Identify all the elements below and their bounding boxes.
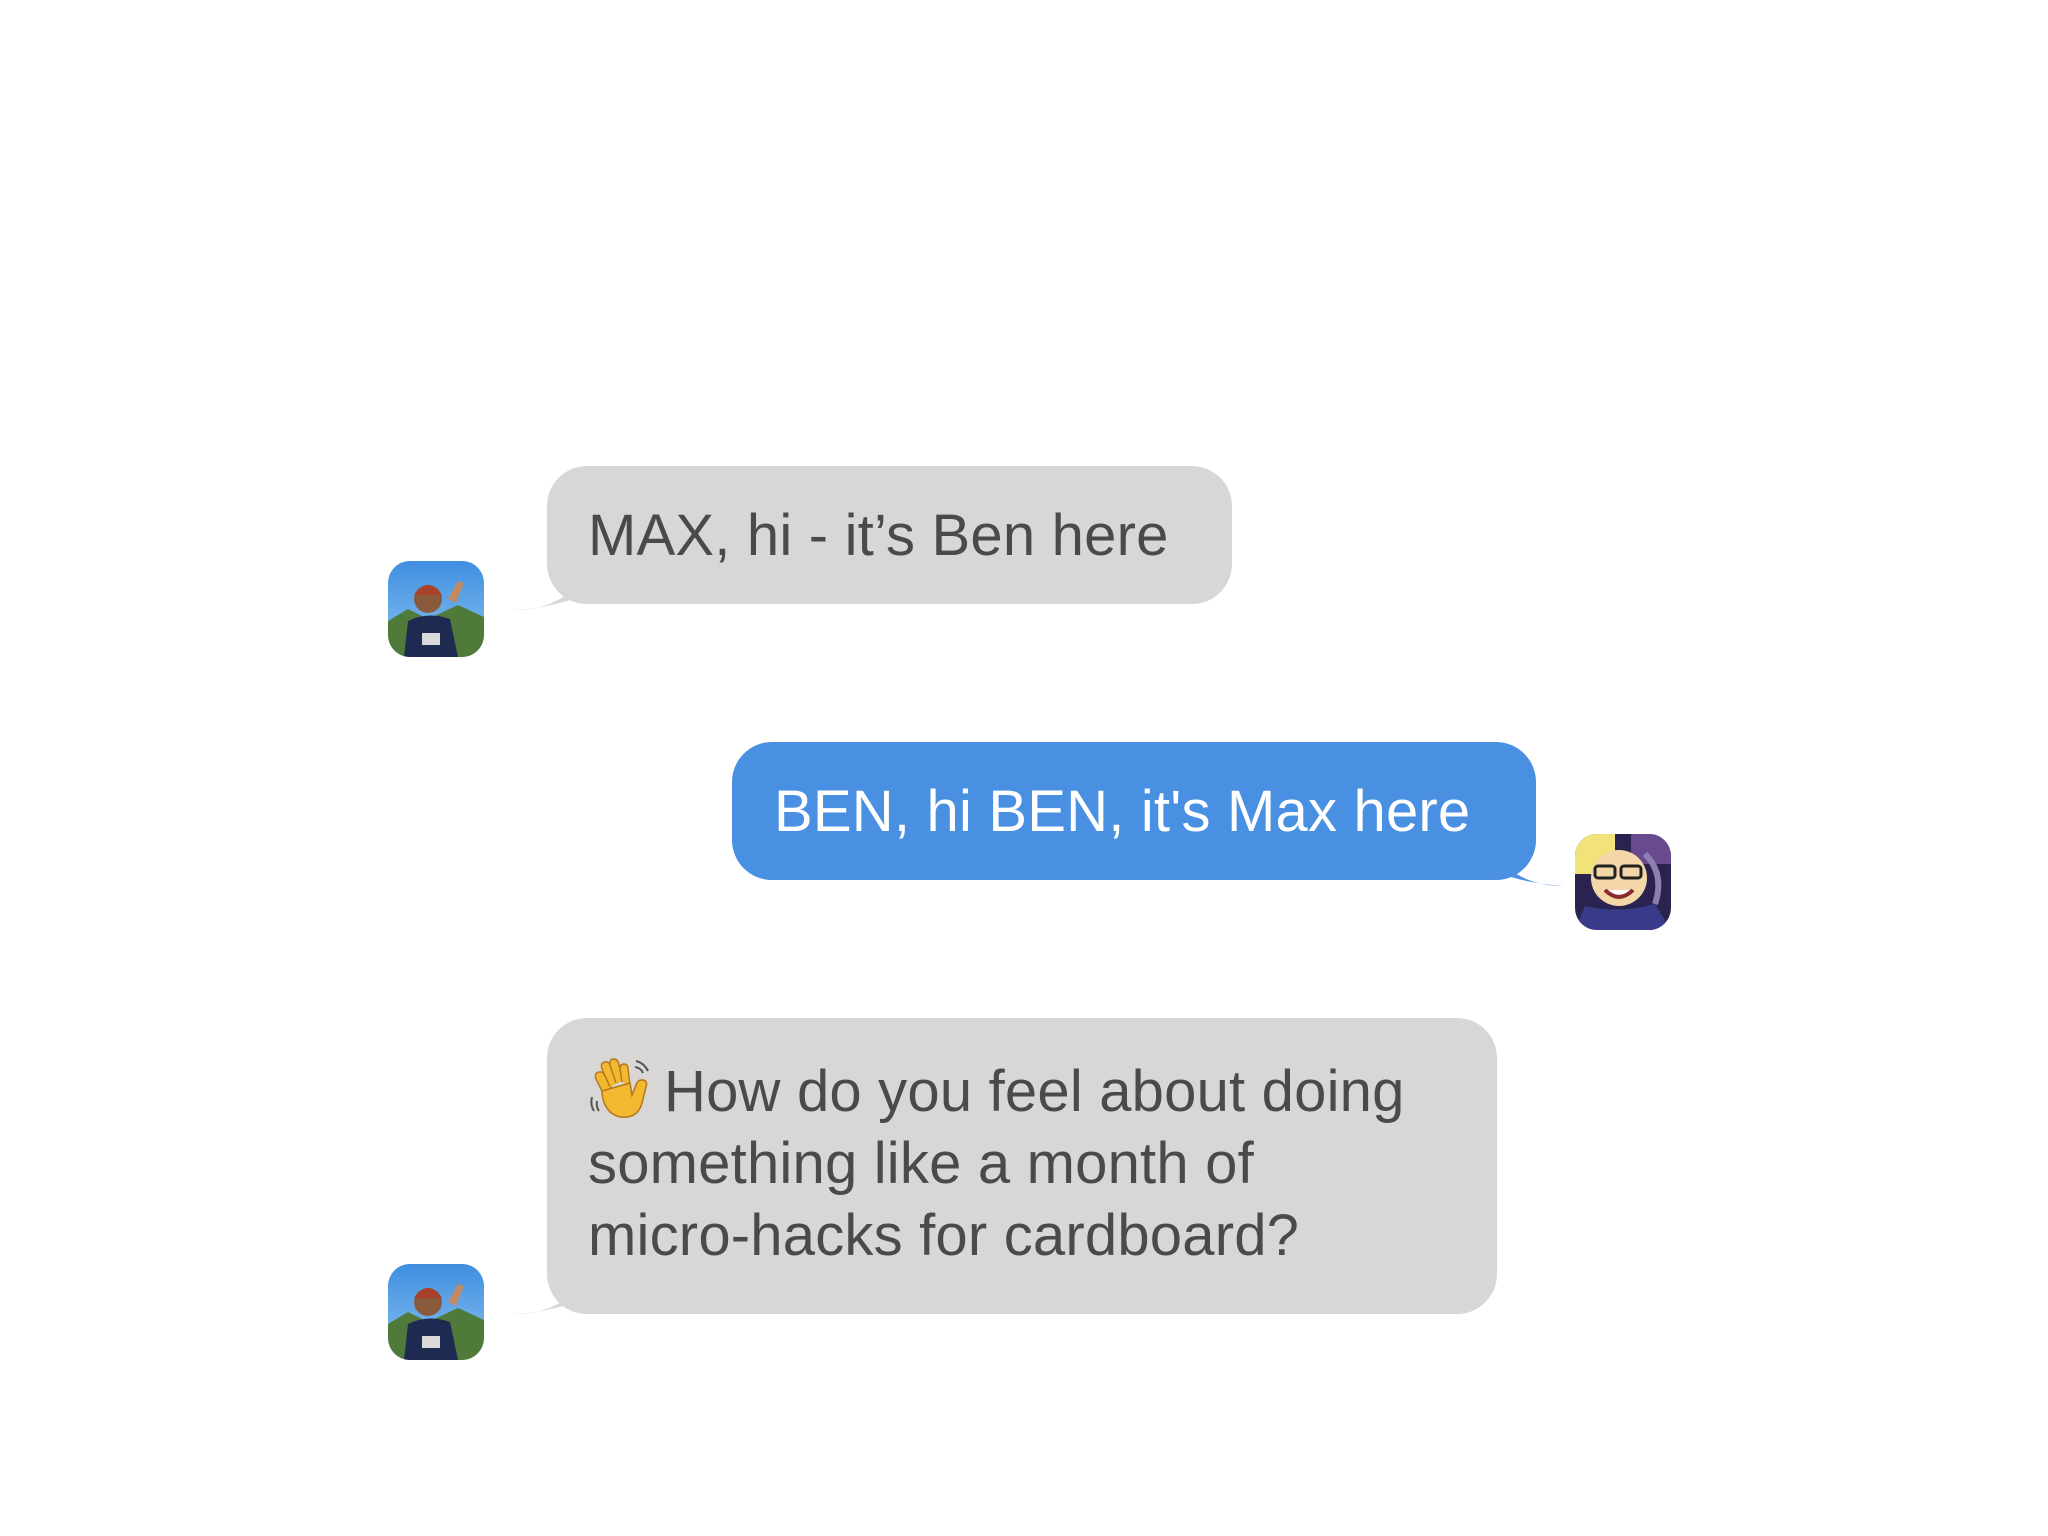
message-text: MAX, hi - it’s Ben here [588, 503, 1169, 568]
message-text-line: How do you feel about doing [664, 1059, 1405, 1124]
avatar-max-image [1575, 834, 1671, 930]
avatar-max[interactable] [1575, 834, 1671, 930]
message-bubble-incoming[interactable]: MAX, hi - it’s Ben here [547, 466, 1232, 604]
message-text-line: micro-hacks for cardboard? [588, 1203, 1300, 1268]
message-line-1: How do you feel about doing [588, 1056, 1455, 1128]
avatar-ben-image [388, 561, 484, 657]
avatar-ben[interactable] [388, 1264, 484, 1360]
message-bubble-incoming[interactable]: How do you feel about doing something li… [547, 1018, 1497, 1314]
message-text-line: something like a month of [588, 1131, 1254, 1196]
message-text: BEN, hi BEN, it's Max here [774, 779, 1471, 844]
message-bubble-outgoing[interactable]: BEN, hi BEN, it's Max here [732, 742, 1536, 880]
avatar-ben-image [388, 1264, 484, 1360]
waving-hand-icon [590, 1058, 649, 1118]
avatar-ben[interactable] [388, 561, 484, 657]
